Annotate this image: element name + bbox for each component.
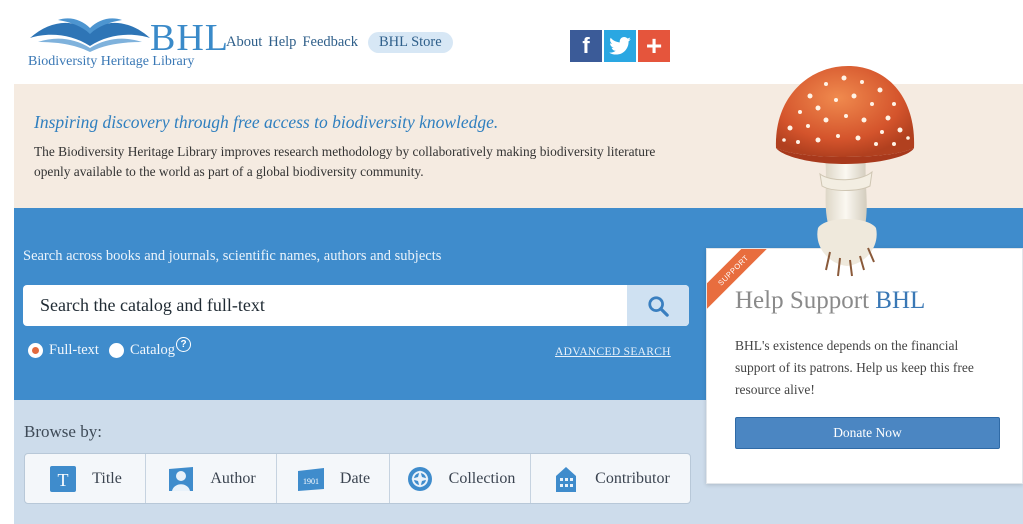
donate-button[interactable]: Donate Now (735, 417, 1000, 449)
open-book-logo-icon (30, 18, 150, 52)
support-title: Help Support BHL (735, 287, 925, 315)
tagline: Inspiring discovery through free access … (34, 112, 499, 132)
browse-date-button[interactable]: 1901 Date (277, 454, 390, 503)
svg-text:1901: 1901 (303, 477, 319, 486)
browse-collection-button[interactable]: Collection (390, 454, 531, 503)
fulltext-radio-label[interactable]: Full-text (49, 342, 99, 359)
browse-contributor-label: Contributor (595, 469, 670, 487)
contributor-icon (551, 464, 581, 494)
social-links: f + (570, 30, 670, 62)
search-box (23, 285, 689, 326)
search-input[interactable] (23, 285, 627, 326)
browse-contributor-button[interactable]: Contributor (531, 454, 690, 503)
advanced-search-link[interactable]: ADVANCED SEARCH (555, 346, 671, 358)
twitter-icon[interactable] (604, 30, 636, 62)
bhl-logo[interactable]: BHL Biodiversity Heritage Library (28, 12, 228, 74)
support-title-text: Help Support (735, 287, 876, 314)
facebook-icon[interactable]: f (570, 30, 602, 62)
collection-icon (405, 464, 435, 494)
fulltext-radio[interactable] (28, 343, 43, 358)
intro-description: The Biodiversity Heritage Library improv… (34, 144, 656, 179)
date-icon: 1901 (296, 464, 326, 494)
browse-title-button[interactable]: T Title (25, 454, 146, 503)
author-icon (166, 464, 196, 494)
browse-collection-label: Collection (448, 469, 516, 487)
plus-share-icon[interactable]: + (638, 30, 670, 62)
browse-title-label: Title (92, 469, 122, 487)
logo-subtitle: Biodiversity Heritage Library (28, 54, 195, 69)
search-mode-options: Full-text Catalog ? (28, 337, 192, 359)
top-nav: About Help Feedback BHL Store (226, 32, 453, 53)
help-icon[interactable]: ? (176, 337, 192, 352)
catalog-radio[interactable] (108, 343, 124, 358)
browse-bar: T Title Author 1901 Date Collection Cont… (24, 453, 691, 504)
browse-label: Browse by: (24, 422, 102, 441)
twitter-bird-icon (609, 37, 631, 55)
support-card: SUPPORT Help Support BHL BHL's existence… (706, 248, 1023, 484)
browse-date-label: Date (339, 469, 371, 487)
nav-help-link[interactable]: Help (268, 34, 296, 51)
nav-about-link[interactable]: About (226, 34, 262, 51)
logo-wordmark: BHL (150, 17, 229, 59)
support-title-accent: BHL (875, 287, 926, 314)
search-caption: Search across books and journals, scient… (23, 248, 442, 264)
support-text: BHL's existence depends on the financial… (735, 338, 974, 397)
mushroom-illustration-icon (775, 66, 915, 277)
nav-store-button[interactable]: BHL Store (368, 32, 453, 53)
nav-feedback-link[interactable]: Feedback (302, 34, 358, 51)
browse-author-button[interactable]: Author (146, 454, 277, 503)
search-button[interactable] (627, 285, 689, 326)
browse-author-label: Author (210, 469, 256, 487)
title-icon: T (48, 464, 78, 494)
magnifier-icon (648, 295, 669, 317)
svg-text:T: T (58, 470, 69, 490)
catalog-radio-label[interactable]: Catalog (130, 342, 175, 359)
